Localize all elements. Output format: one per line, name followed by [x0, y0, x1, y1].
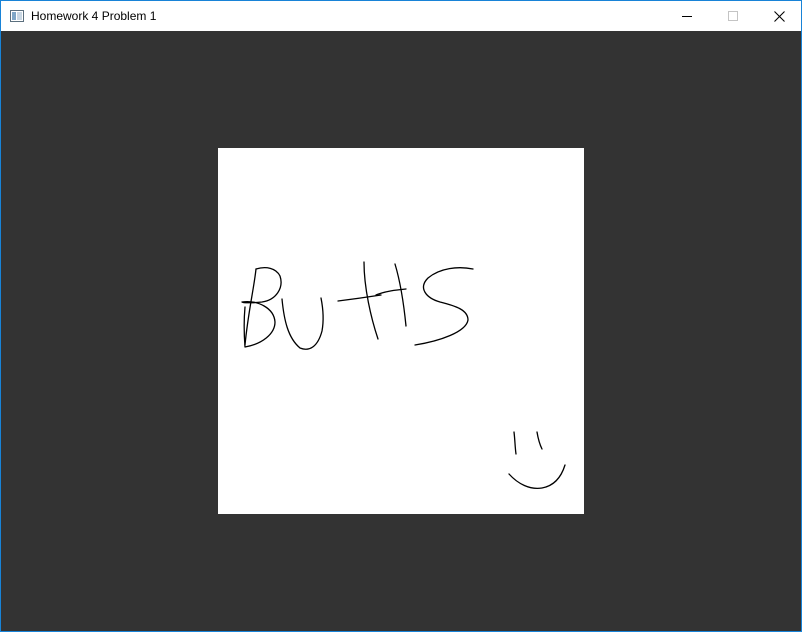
stroke-t1-stem [363, 261, 379, 340]
close-button[interactable] [756, 1, 802, 31]
stroke-b-bowls [241, 267, 282, 348]
app-window: Homework 4 Problem 1 [0, 0, 802, 632]
close-icon [773, 10, 785, 22]
minimize-icon [682, 16, 692, 17]
stroke-t1-bar [337, 294, 382, 302]
stroke-smiley-mouth [508, 464, 566, 490]
client-area [1, 31, 801, 631]
window-title: Homework 4 Problem 1 [31, 9, 157, 23]
stroke-smiley-eye-right [536, 431, 543, 450]
stroke-s [414, 267, 474, 346]
minimize-button[interactable] [664, 1, 710, 31]
stroke-b-stem [244, 268, 257, 346]
stroke-t2-stem [394, 263, 407, 327]
maximize-button[interactable] [710, 1, 756, 31]
maximize-icon [728, 11, 738, 21]
stroke-u [281, 297, 324, 350]
drawing-canvas[interactable] [218, 148, 584, 514]
title-bar[interactable]: Homework 4 Problem 1 [1, 1, 801, 31]
stroke-smiley-eye-left [513, 431, 517, 455]
freehand-drawing [241, 261, 566, 490]
app-window-icon[interactable] [10, 9, 24, 22]
